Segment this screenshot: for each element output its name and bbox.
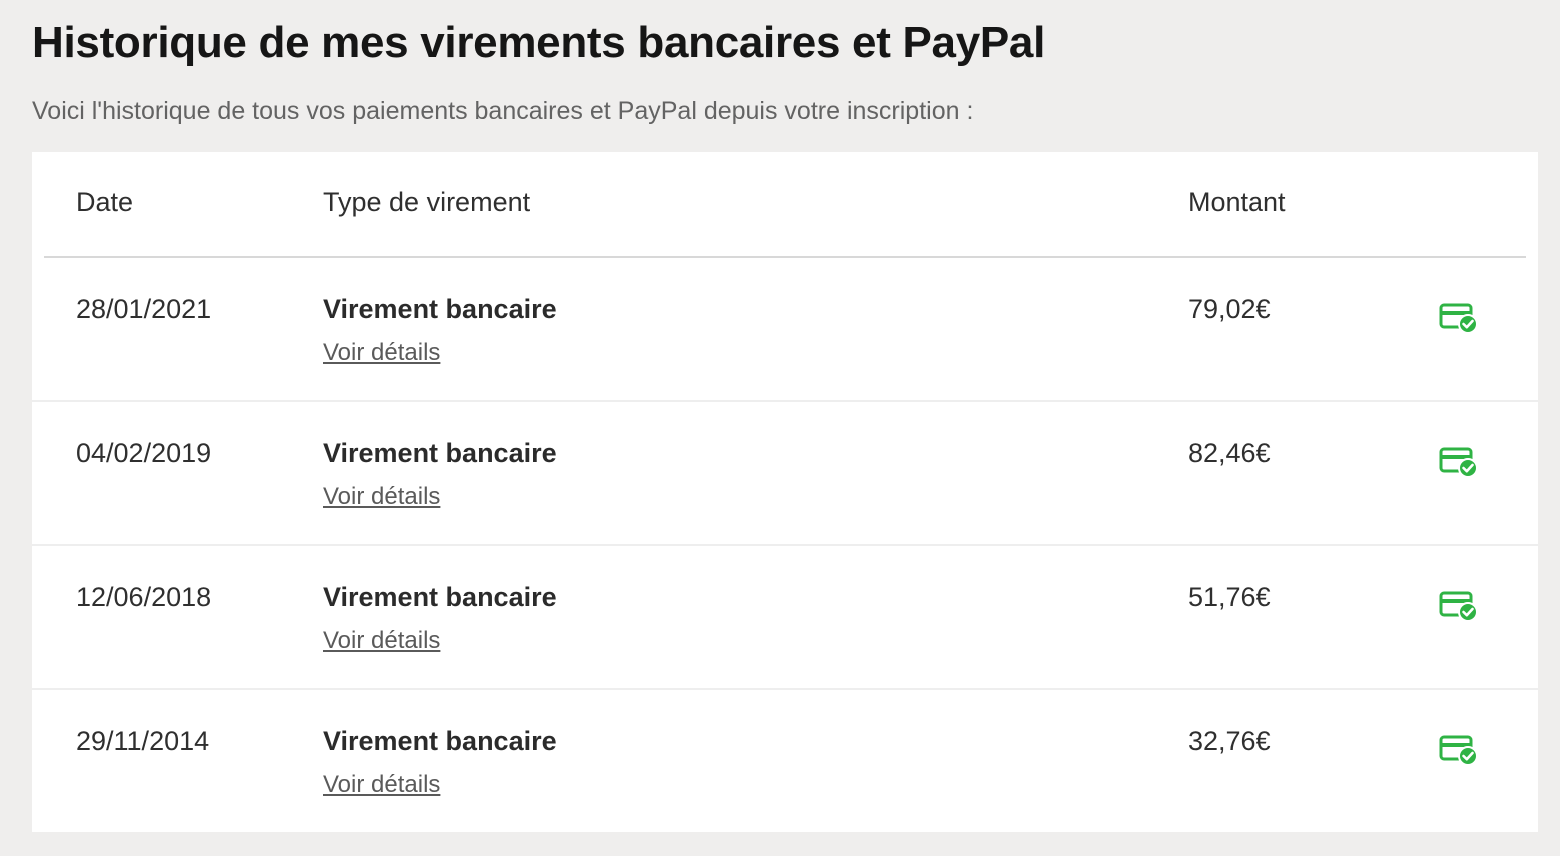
row-date: 29/11/2014: [76, 726, 210, 756]
transfers-table: Date Type de virement Montant 28/01/2021…: [32, 152, 1538, 832]
page-subtitle: Voici l'historique de tous vos paiements…: [32, 97, 974, 125]
row-transfer-type: Virement bancaire: [323, 294, 557, 324]
column-header-amount: Montant: [1188, 187, 1286, 217]
row-date: 12/06/2018: [76, 582, 212, 612]
card-check-icon: [1439, 734, 1479, 766]
payment-history-page: Historique de mes virements bancaires et…: [0, 0, 1560, 856]
view-details-link[interactable]: Voir détails: [323, 339, 440, 367]
table-header: Date Type de virement Montant: [32, 152, 1538, 257]
row-amount: 82,46€: [1188, 438, 1271, 468]
card-check-icon: [1439, 446, 1479, 478]
column-header-type: Type de virement: [323, 187, 531, 217]
view-details-link[interactable]: Voir détails: [323, 627, 440, 655]
page-title: Historique de mes virements bancaires et…: [32, 18, 1046, 67]
column-header-date: Date: [76, 187, 134, 217]
table-row: 12/06/2018 Virement bancaire Voir détail…: [32, 546, 1538, 690]
view-details-link[interactable]: Voir détails: [323, 771, 440, 799]
view-details-link[interactable]: Voir détails: [323, 483, 440, 511]
row-amount: 32,76€: [1188, 726, 1271, 756]
row-amount: 51,76€: [1188, 582, 1271, 612]
card-check-icon: [1439, 590, 1479, 622]
row-transfer-type: Virement bancaire: [323, 582, 557, 612]
table-row: 04/02/2019 Virement bancaire Voir détail…: [32, 402, 1538, 546]
table-row: 29/11/2014 Virement bancaire Voir détail…: [32, 690, 1538, 834]
row-date: 04/02/2019: [76, 438, 212, 468]
row-amount: 79,02€: [1188, 294, 1271, 324]
row-transfer-type: Virement bancaire: [323, 726, 557, 756]
table-row: 28/01/2021 Virement bancaire Voir détail…: [32, 258, 1538, 402]
row-date: 28/01/2021: [76, 294, 212, 324]
row-transfer-type: Virement bancaire: [323, 438, 557, 468]
card-check-icon: [1439, 302, 1479, 334]
